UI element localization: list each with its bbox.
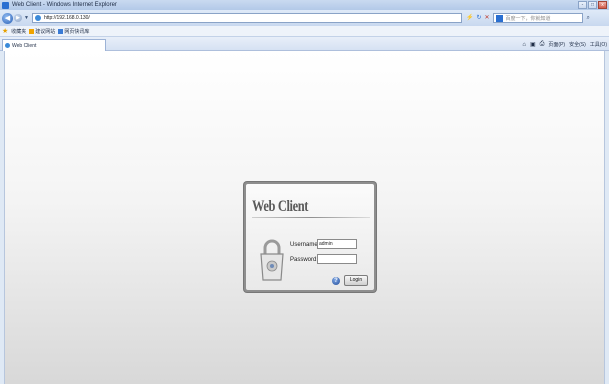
- favorites-item-webslice[interactable]: 网页快讯库: [58, 28, 89, 35]
- forward-button[interactable]: ▶: [14, 14, 22, 22]
- favorites-item-suggested[interactable]: 建议网站: [29, 28, 55, 35]
- password-field[interactable]: [317, 254, 357, 264]
- favorites-bar: ★ 收藏夹 建议网站 网页快讯库: [0, 26, 609, 37]
- refresh-icon[interactable]: ↻: [476, 15, 481, 22]
- compatibility-icon[interactable]: ⚡: [466, 15, 473, 22]
- maximize-button[interactable]: □: [588, 1, 597, 9]
- password-label: Password:: [290, 257, 319, 263]
- brand-divider: [252, 217, 370, 218]
- favorites-item-label: 网页快讯库: [64, 28, 90, 35]
- print-icon[interactable]: ⎙: [540, 41, 545, 48]
- ie-logo-icon: [2, 1, 9, 9]
- web-slice-icon: [58, 28, 64, 34]
- lock-icon: [260, 239, 284, 281]
- home-icon[interactable]: ⌂: [522, 42, 526, 48]
- search-provider-icon: [495, 14, 503, 22]
- brand-title: Web Client: [252, 198, 309, 215]
- minimize-button[interactable]: -: [578, 1, 587, 9]
- tab-page-icon: [5, 43, 10, 48]
- help-icon[interactable]: ?: [332, 277, 340, 285]
- title-bar: Web Client - Windows Internet Explorer -…: [0, 0, 609, 10]
- stop-icon[interactable]: ✕: [484, 15, 489, 22]
- url-field[interactable]: http://192.168.0.130/: [31, 13, 462, 23]
- tab-label: Web Client: [12, 42, 37, 49]
- back-button[interactable]: ◀: [2, 12, 13, 24]
- search-field[interactable]: 百度一下，你就知道: [492, 13, 583, 23]
- search-icon[interactable]: ⌕: [587, 15, 590, 22]
- page-icon: [34, 15, 41, 21]
- browser-window: Web Client - Windows Internet Explorer -…: [0, 0, 609, 384]
- search-placeholder: 百度一下，你就知道: [505, 15, 551, 22]
- tab-web-client[interactable]: Web Client: [2, 39, 106, 51]
- window-controls: - □ x: [578, 1, 607, 9]
- suggested-sites-icon: [29, 28, 35, 34]
- page-menu[interactable]: 页面(P): [548, 41, 565, 48]
- page-content: Web Client Username: Password: ? Login: [4, 51, 605, 384]
- close-button[interactable]: x: [598, 1, 607, 9]
- login-panel-body: Web Client Username: Password: ? Login: [246, 184, 374, 290]
- login-button[interactable]: Login: [344, 275, 368, 286]
- feeds-icon[interactable]: ▣: [530, 41, 536, 48]
- username-label: Username:: [290, 242, 320, 248]
- safety-menu[interactable]: 安全(S): [569, 41, 586, 48]
- window-title: Web Client - Windows Internet Explorer: [12, 2, 117, 8]
- favorites-item-label: 建议网站: [35, 28, 56, 35]
- address-actions: ⚡ ↻ ✕: [466, 15, 490, 22]
- address-bar: ◀ ▶ ▼ http://192.168.0.130/ ⚡ ↻ ✕ 百度一下，你…: [0, 10, 609, 26]
- favorites-label[interactable]: 收藏夹: [11, 28, 26, 35]
- tools-menu[interactable]: 工具(O): [590, 41, 607, 48]
- favorites-star-icon[interactable]: ★: [2, 27, 8, 35]
- login-panel: Web Client Username: Password: ? Login: [244, 182, 376, 292]
- username-field[interactable]: [317, 239, 357, 249]
- tab-bar: Web Client ⌂ ▣ ⎙ 页面(P) 安全(S) 工具(O): [0, 37, 609, 51]
- url-text[interactable]: http://192.168.0.130/: [44, 15, 90, 21]
- history-dropdown-icon[interactable]: ▼: [24, 15, 29, 21]
- command-bar: ⌂ ▣ ⎙ 页面(P) 安全(S) 工具(O): [522, 41, 607, 48]
